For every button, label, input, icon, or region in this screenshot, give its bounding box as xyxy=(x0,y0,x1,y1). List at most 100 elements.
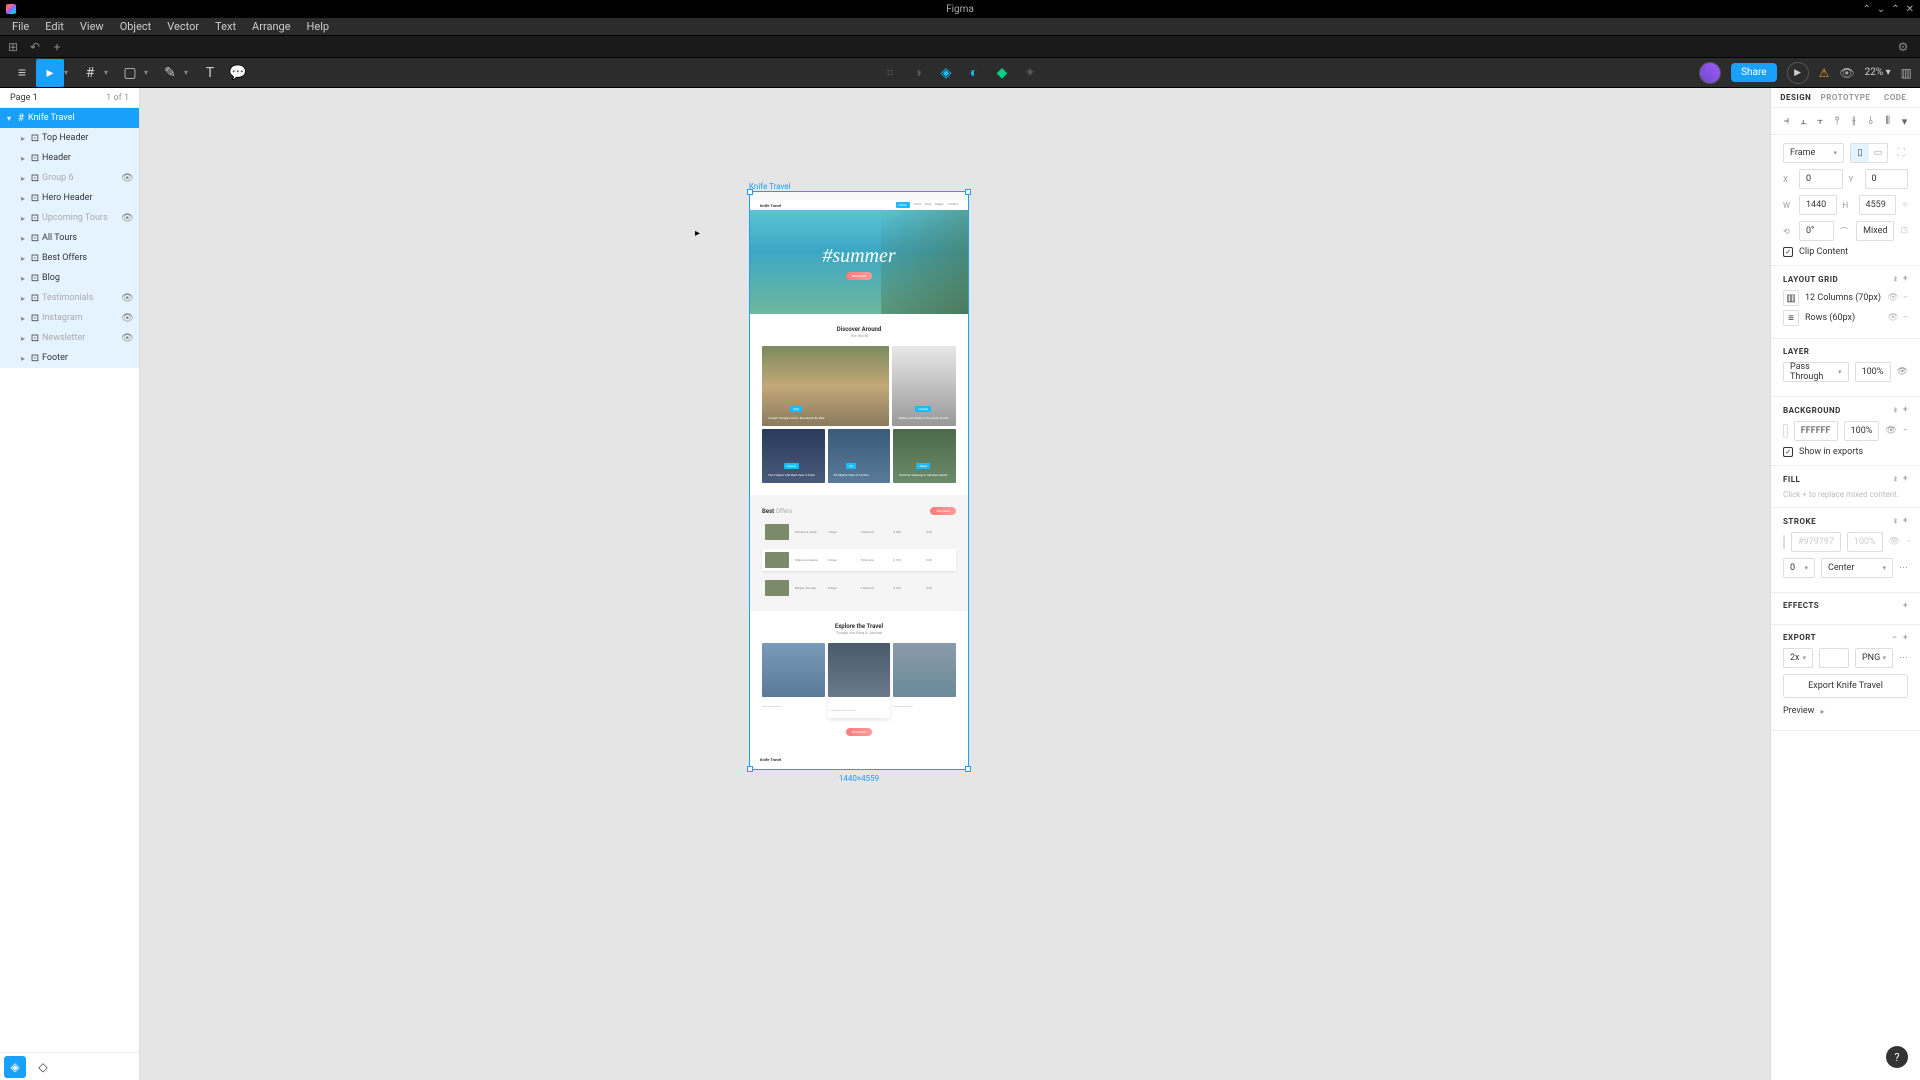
fill-style-icon[interactable]: ⦂ xyxy=(1894,474,1897,484)
new-tab-icon[interactable]: + xyxy=(50,40,64,54)
tab-design[interactable]: DESIGN xyxy=(1771,88,1821,107)
frame-tool-dropdown[interactable]: ▾ xyxy=(104,68,116,77)
canvas[interactable]: ▸ Knife Travel Knife Travel Home Tours B… xyxy=(140,88,1770,1080)
window-up-icon[interactable]: ⌃ xyxy=(1862,4,1870,15)
stroke-add-icon[interactable]: + xyxy=(1903,516,1908,526)
text-tool[interactable]: T xyxy=(196,59,224,87)
grid-columns[interactable]: ▥12 Columns (70px) 👁− xyxy=(1783,290,1908,306)
window-close-icon[interactable]: ✕ xyxy=(1906,4,1914,15)
boolean-icon[interactable]: ◐ xyxy=(966,65,982,81)
reset-icon[interactable]: ✦ xyxy=(1022,65,1038,81)
present-button[interactable]: ▶ xyxy=(1787,62,1809,84)
y-input[interactable]: 0 xyxy=(1865,169,1909,189)
component-icon[interactable]: ⌗ xyxy=(882,65,898,81)
create-component-icon[interactable]: ◆ xyxy=(994,65,1010,81)
export-suffix-input[interactable] xyxy=(1819,648,1849,668)
tab-code[interactable]: CODE xyxy=(1870,88,1920,107)
layer-item[interactable]: ▸⊡Instagram👁 xyxy=(0,308,139,328)
comment-tool[interactable]: 💬 xyxy=(224,59,252,87)
grid-vis-icon[interactable]: 👁 xyxy=(1887,293,1898,303)
resize-handle-ne[interactable] xyxy=(965,189,971,195)
bg-style-icon[interactable]: ⦂ xyxy=(1894,405,1897,415)
grid-vis-icon[interactable]: 👁 xyxy=(1887,313,1898,323)
grid-remove-icon[interactable]: − xyxy=(1903,293,1908,303)
shape-tool[interactable]: ▢ xyxy=(116,59,144,87)
frame-tool[interactable]: # xyxy=(76,59,104,87)
grid-view-icon[interactable]: ⊞ xyxy=(6,40,20,54)
share-button[interactable]: Share xyxy=(1731,63,1776,82)
menu-text[interactable]: Text xyxy=(209,18,242,35)
layer-item[interactable]: ▸⊡Upcoming Tours👁 xyxy=(0,208,139,228)
settings-gear-icon[interactable]: ⚙ xyxy=(1896,40,1910,54)
grid-add-icon[interactable]: + xyxy=(1903,274,1908,284)
w-input[interactable]: 1440 xyxy=(1799,195,1837,215)
stroke-style-icon[interactable]: ⦂ xyxy=(1894,516,1897,526)
pen-tool[interactable]: ✎ xyxy=(156,59,184,87)
stroke-width-input[interactable]: 0▾ xyxy=(1783,558,1815,578)
orient-landscape[interactable]: ▭ xyxy=(1869,144,1887,162)
align-vcenter-icon[interactable]: ⫲ xyxy=(1849,114,1860,128)
resize-handle-se[interactable] xyxy=(965,766,971,772)
layer-item[interactable]: ▸⊡Hero Header xyxy=(0,188,139,208)
menu-file[interactable]: File xyxy=(6,18,35,35)
window-max-icon[interactable]: ⌃ xyxy=(1891,4,1899,15)
warning-icon[interactable]: ⚠ xyxy=(1819,66,1830,80)
x-input[interactable]: 0 xyxy=(1799,169,1843,189)
rotation-input[interactable]: 0° xyxy=(1799,221,1834,241)
fill-add-icon[interactable]: + xyxy=(1903,474,1908,484)
menu-vector[interactable]: Vector xyxy=(161,18,205,35)
layer-item[interactable]: ▸⊡Blog xyxy=(0,268,139,288)
stroke-remove-icon[interactable]: − xyxy=(1906,537,1911,547)
bg-vis-icon[interactable]: 👁 xyxy=(1885,426,1896,436)
design-frame[interactable]: Knife Travel Home Tours Blog Pages Conta… xyxy=(749,191,969,770)
page-selector[interactable]: Page 1 1 of 1 xyxy=(0,88,139,108)
stroke-opacity-input[interactable]: 100% xyxy=(1847,532,1883,552)
pen-tool-dropdown[interactable]: ▾ xyxy=(184,68,196,77)
layer-item[interactable]: ▸⊡Footer xyxy=(0,348,139,368)
layer-item[interactable]: ▸⊡All Tours xyxy=(0,228,139,248)
export-format-select[interactable]: PNG▾ xyxy=(1855,648,1893,668)
resize-handle-nw[interactable] xyxy=(747,189,753,195)
help-button[interactable]: ? xyxy=(1886,1046,1908,1068)
export-remove-icon[interactable]: − xyxy=(1892,633,1897,642)
shape-tool-dropdown[interactable]: ▾ xyxy=(144,68,156,77)
stroke-hex-input[interactable]: #979797 xyxy=(1791,532,1841,552)
export-button[interactable]: Export Knife Travel xyxy=(1783,674,1908,698)
mask-icon[interactable]: ◑ xyxy=(910,65,926,81)
fit-icon[interactable]: ⛶ xyxy=(1894,146,1908,160)
menu-help[interactable]: Help xyxy=(301,18,336,35)
layer-item[interactable]: ▸⊡Best Offers xyxy=(0,248,139,268)
assets-tab-icon[interactable]: ◇ xyxy=(32,1056,54,1078)
layer-root[interactable]: ▾ # Knife Travel xyxy=(0,108,139,128)
frame-label[interactable]: Knife Travel xyxy=(749,182,790,191)
h-input[interactable]: 4559 xyxy=(1859,195,1897,215)
grid-rows[interactable]: ≡Rows (60px) 👁− xyxy=(1783,310,1908,326)
more-align-icon[interactable]: ▾ xyxy=(1899,114,1910,128)
menu-edit[interactable]: Edit xyxy=(39,18,70,35)
stroke-more-icon[interactable]: ⋯ xyxy=(1899,563,1908,573)
window-down-icon[interactable]: ⌄ xyxy=(1877,4,1885,15)
grid-remove-icon[interactable]: − xyxy=(1903,313,1908,323)
menu-icon[interactable]: ≡ xyxy=(8,59,36,87)
stroke-align-select[interactable]: Center▾ xyxy=(1821,558,1893,578)
align-hcenter-icon[interactable]: ⫠ xyxy=(1798,114,1809,128)
radius-detail-icon[interactable]: ⊡ xyxy=(1900,226,1908,236)
export-scale-select[interactable]: 2x▾ xyxy=(1783,648,1813,668)
stroke-vis-icon[interactable]: 👁 xyxy=(1889,537,1900,547)
align-top-icon[interactable]: ⫯ xyxy=(1832,114,1843,128)
align-left-icon[interactable]: ⫞ xyxy=(1781,114,1792,128)
bg-hex-input[interactable]: FFFFFF xyxy=(1794,421,1838,441)
layer-item[interactable]: ▸⊡Top Header xyxy=(0,128,139,148)
layer-item[interactable]: ▸⊡Testimonials👁 xyxy=(0,288,139,308)
move-tool-dropdown[interactable]: ▾ xyxy=(64,68,76,77)
menu-object[interactable]: Object xyxy=(114,18,158,35)
distribute-icon[interactable]: ⫴ xyxy=(1882,114,1893,128)
frame-type-select[interactable]: Frame▾ xyxy=(1783,143,1844,163)
align-right-icon[interactable]: ⫟ xyxy=(1815,114,1826,128)
show-in-exports-check[interactable]: ✓Show in exports xyxy=(1783,447,1908,457)
constrain-icon[interactable]: ⟡ xyxy=(1902,200,1908,210)
blend-mode-select[interactable]: Pass Through▾ xyxy=(1783,362,1849,382)
orient-portrait[interactable]: ▯ xyxy=(1851,144,1869,162)
menu-arrange[interactable]: Arrange xyxy=(246,18,296,35)
bg-swatch[interactable] xyxy=(1783,424,1788,438)
